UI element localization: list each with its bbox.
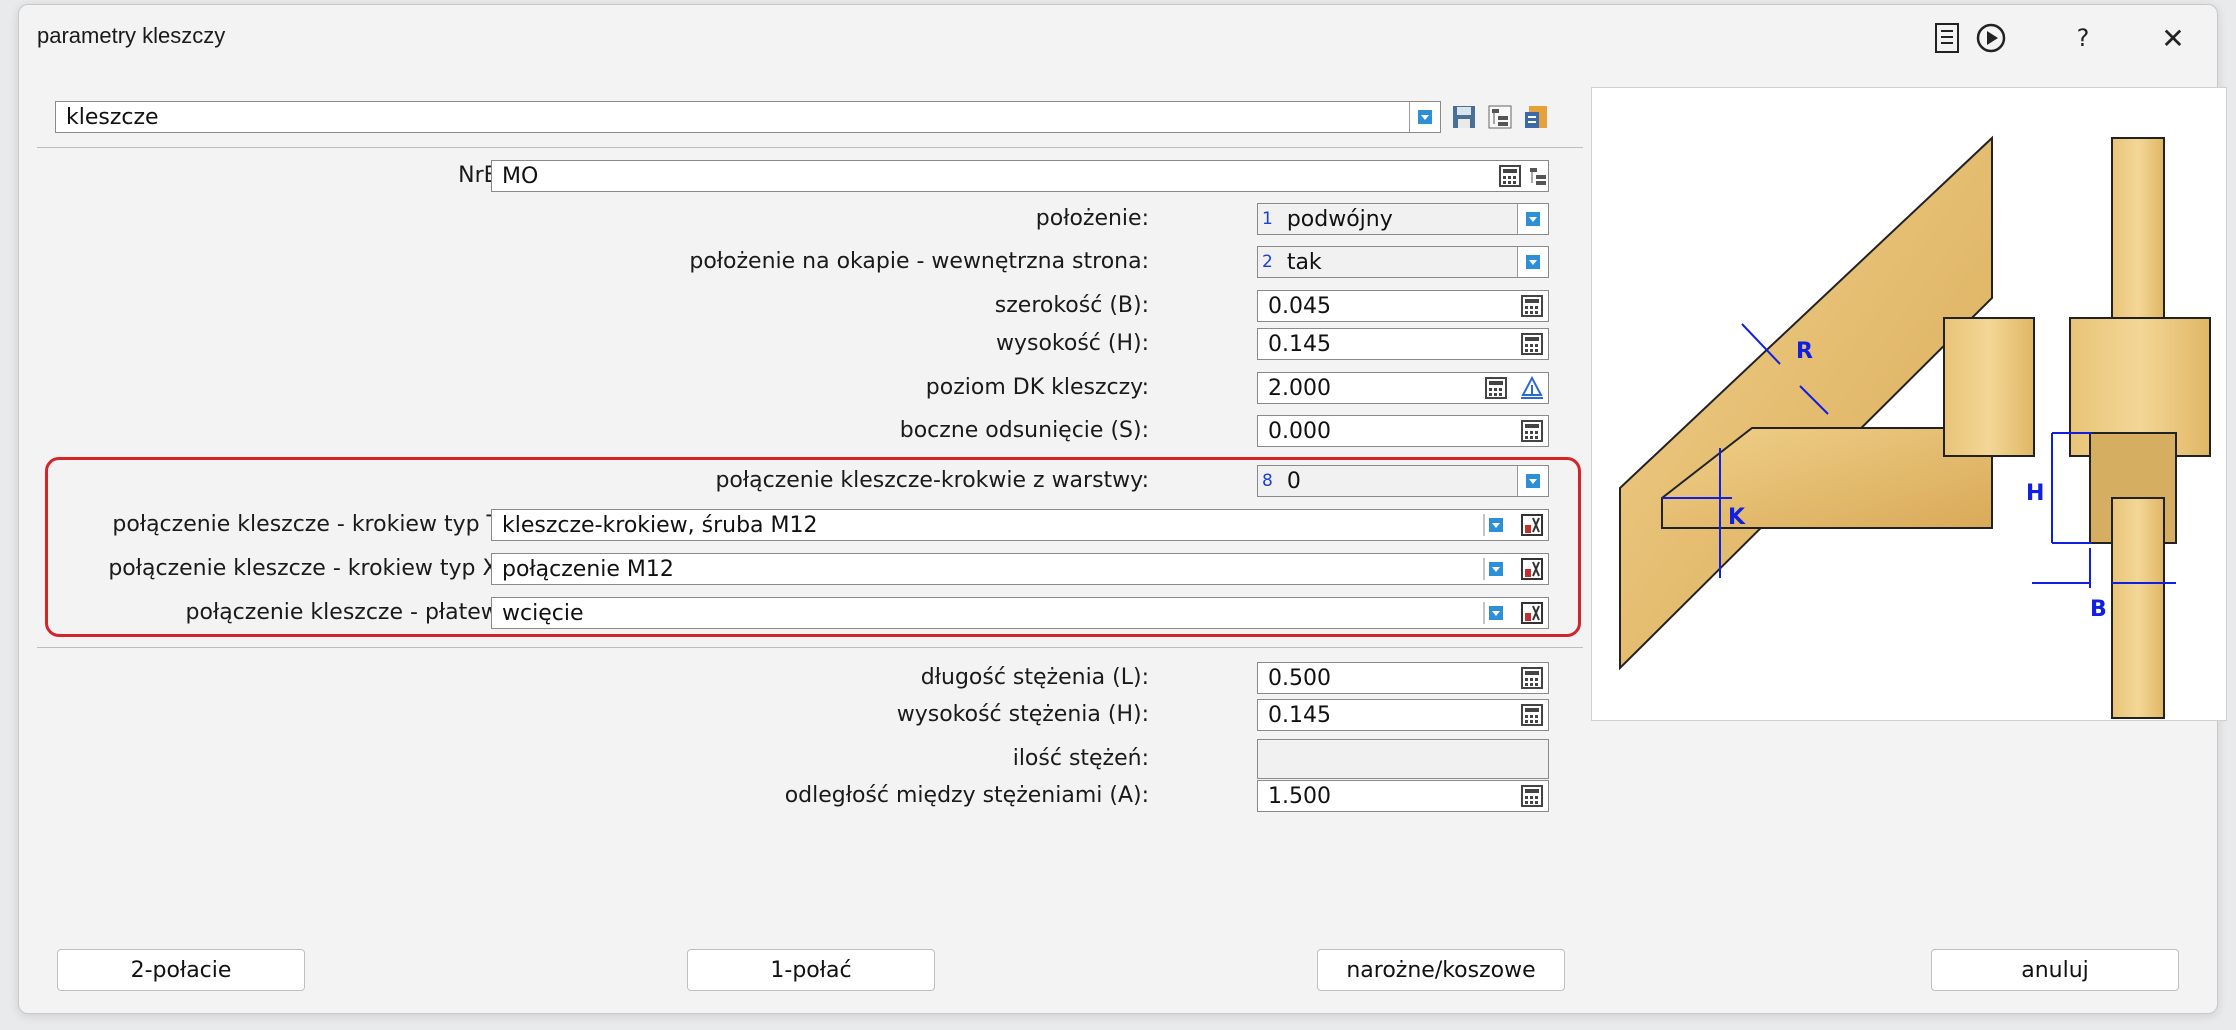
- warstwy-label: połączenie kleszcze-krokwie z warstwy:: [715, 468, 1149, 493]
- corner-valley-button[interactable]: narożne/koszowe: [1317, 949, 1565, 991]
- platew-label: połączenie kleszcze - płatew:: [185, 600, 505, 625]
- odleglosc-label: odległość między stężeniami (A):: [784, 783, 1149, 808]
- polozenie-label: położenie:: [1035, 206, 1149, 231]
- boczne-label: boczne odsunięcie (S):: [899, 418, 1149, 443]
- dlugosc-label: długość stężenia (L):: [920, 665, 1149, 690]
- boczne-value: 0.000: [1268, 418, 1331, 444]
- type-select-value: kleszcze: [66, 104, 159, 130]
- polozenie-num: 1: [1262, 209, 1273, 229]
- chevron-down-icon[interactable]: [1483, 600, 1509, 626]
- odleglosc-input[interactable]: 1.500: [1257, 780, 1549, 812]
- edit-connection-icon[interactable]: [1519, 556, 1545, 582]
- wysokosc-input[interactable]: 0.145: [1257, 328, 1549, 360]
- type-select[interactable]: kleszcze: [55, 101, 1441, 133]
- chevron-down-icon[interactable]: [1517, 466, 1548, 496]
- label-b: B: [2090, 597, 2107, 622]
- polozenie-value: podwójny: [1286, 206, 1393, 232]
- ilosc-input[interactable]: [1257, 739, 1549, 779]
- calculator-icon[interactable]: [1519, 331, 1545, 357]
- platew-select[interactable]: wcięcie: [491, 597, 1549, 629]
- calculator-icon[interactable]: [1519, 293, 1545, 319]
- poziom-value: 2.000: [1268, 375, 1331, 401]
- edit-connection-icon[interactable]: [1519, 512, 1545, 538]
- boczne-input[interactable]: 0.000: [1257, 415, 1549, 447]
- chevron-down-icon[interactable]: [1409, 102, 1440, 132]
- okap-select[interactable]: 2 tak: [1257, 246, 1549, 278]
- calculator-icon[interactable]: [1519, 418, 1545, 444]
- export-icon[interactable]: [1523, 104, 1549, 130]
- calculator-icon[interactable]: [1483, 375, 1509, 401]
- separator: [37, 647, 1583, 648]
- nre-value: MO: [502, 163, 539, 189]
- document-icon[interactable]: [1927, 15, 1967, 61]
- window-title: parametry kleszczy: [37, 23, 226, 48]
- separator: [37, 147, 1583, 148]
- wys-stez-input[interactable]: 0.145: [1257, 699, 1549, 731]
- close-button[interactable]: ✕: [2153, 15, 2193, 61]
- dialog-window: parametry kleszczy ? ✕ kleszcze NrE: MO …: [18, 4, 2227, 1014]
- label-h: H: [2026, 481, 2044, 506]
- wysokosc-value: 0.145: [1268, 331, 1331, 357]
- label-r: R: [1796, 339, 1813, 364]
- szerokosc-value: 0.045: [1268, 293, 1331, 319]
- dlugosc-value: 0.500: [1268, 665, 1331, 691]
- calculator-icon[interactable]: [1497, 163, 1523, 189]
- connection-diagram: R K H B: [1591, 87, 2227, 721]
- typX-value: połączenie M12: [502, 556, 674, 582]
- szerokosc-input[interactable]: 0.045: [1257, 290, 1549, 322]
- tree-icon[interactable]: [1487, 104, 1513, 130]
- warstwy-select[interactable]: 8 0: [1257, 465, 1549, 497]
- typT-select[interactable]: kleszcze-krokiew, śruba M12: [491, 509, 1549, 541]
- chevron-down-icon[interactable]: [1483, 556, 1509, 582]
- szerokosc-label: szerokość (B):: [994, 293, 1149, 318]
- nre-input[interactable]: MO: [491, 160, 1549, 192]
- chevron-down-icon[interactable]: [1483, 512, 1509, 538]
- okap-num: 2: [1262, 252, 1273, 272]
- cancel-button[interactable]: anuluj: [1931, 949, 2179, 991]
- label-k: K: [1728, 505, 1746, 530]
- chevron-down-icon[interactable]: [1517, 204, 1548, 234]
- calculator-icon[interactable]: [1519, 702, 1545, 728]
- typX-label: połączenie kleszcze - krokiew typ X:: [108, 556, 505, 581]
- dlugosc-input[interactable]: 0.500: [1257, 662, 1549, 694]
- edit-connection-icon[interactable]: [1519, 600, 1545, 626]
- platew-value: wcięcie: [502, 600, 584, 626]
- calculator-icon[interactable]: [1519, 665, 1545, 691]
- play-icon[interactable]: [1971, 15, 2011, 61]
- warstwy-value: 0: [1286, 468, 1301, 494]
- okap-value: tak: [1286, 249, 1322, 275]
- ilosc-label: ilość stężeń:: [1012, 746, 1149, 771]
- wys-stez-label: wysokość stężenia (H):: [896, 702, 1149, 727]
- polozenie-select[interactable]: 1 podwójny: [1257, 203, 1549, 235]
- odleglosc-value: 1.500: [1268, 783, 1331, 809]
- poziom-label: poziom DK kleszczy:: [925, 375, 1149, 400]
- help-button[interactable]: ?: [2063, 15, 2103, 61]
- wys-stez-value: 0.145: [1268, 702, 1331, 728]
- warstwy-num: 8: [1262, 471, 1273, 491]
- typT-value: kleszcze-krokiew, śruba M12: [502, 512, 818, 538]
- typT-label: połączenie kleszcze - krokiew typ T:: [112, 512, 505, 537]
- one-slope-button[interactable]: 1-połać: [687, 949, 935, 991]
- typX-select[interactable]: połączenie M12: [491, 553, 1549, 585]
- chevron-down-icon[interactable]: [1517, 247, 1548, 277]
- calculator-icon[interactable]: [1519, 783, 1545, 809]
- tree-icon[interactable]: [1525, 163, 1551, 189]
- save-icon[interactable]: [1451, 104, 1477, 130]
- two-slopes-button[interactable]: 2-połacie: [57, 949, 305, 991]
- level-pick-icon[interactable]: [1519, 375, 1545, 401]
- wysokosc-label: wysokość (H):: [995, 331, 1149, 356]
- okap-label: położenie na okapie - wewnętrzna strona:: [689, 249, 1149, 274]
